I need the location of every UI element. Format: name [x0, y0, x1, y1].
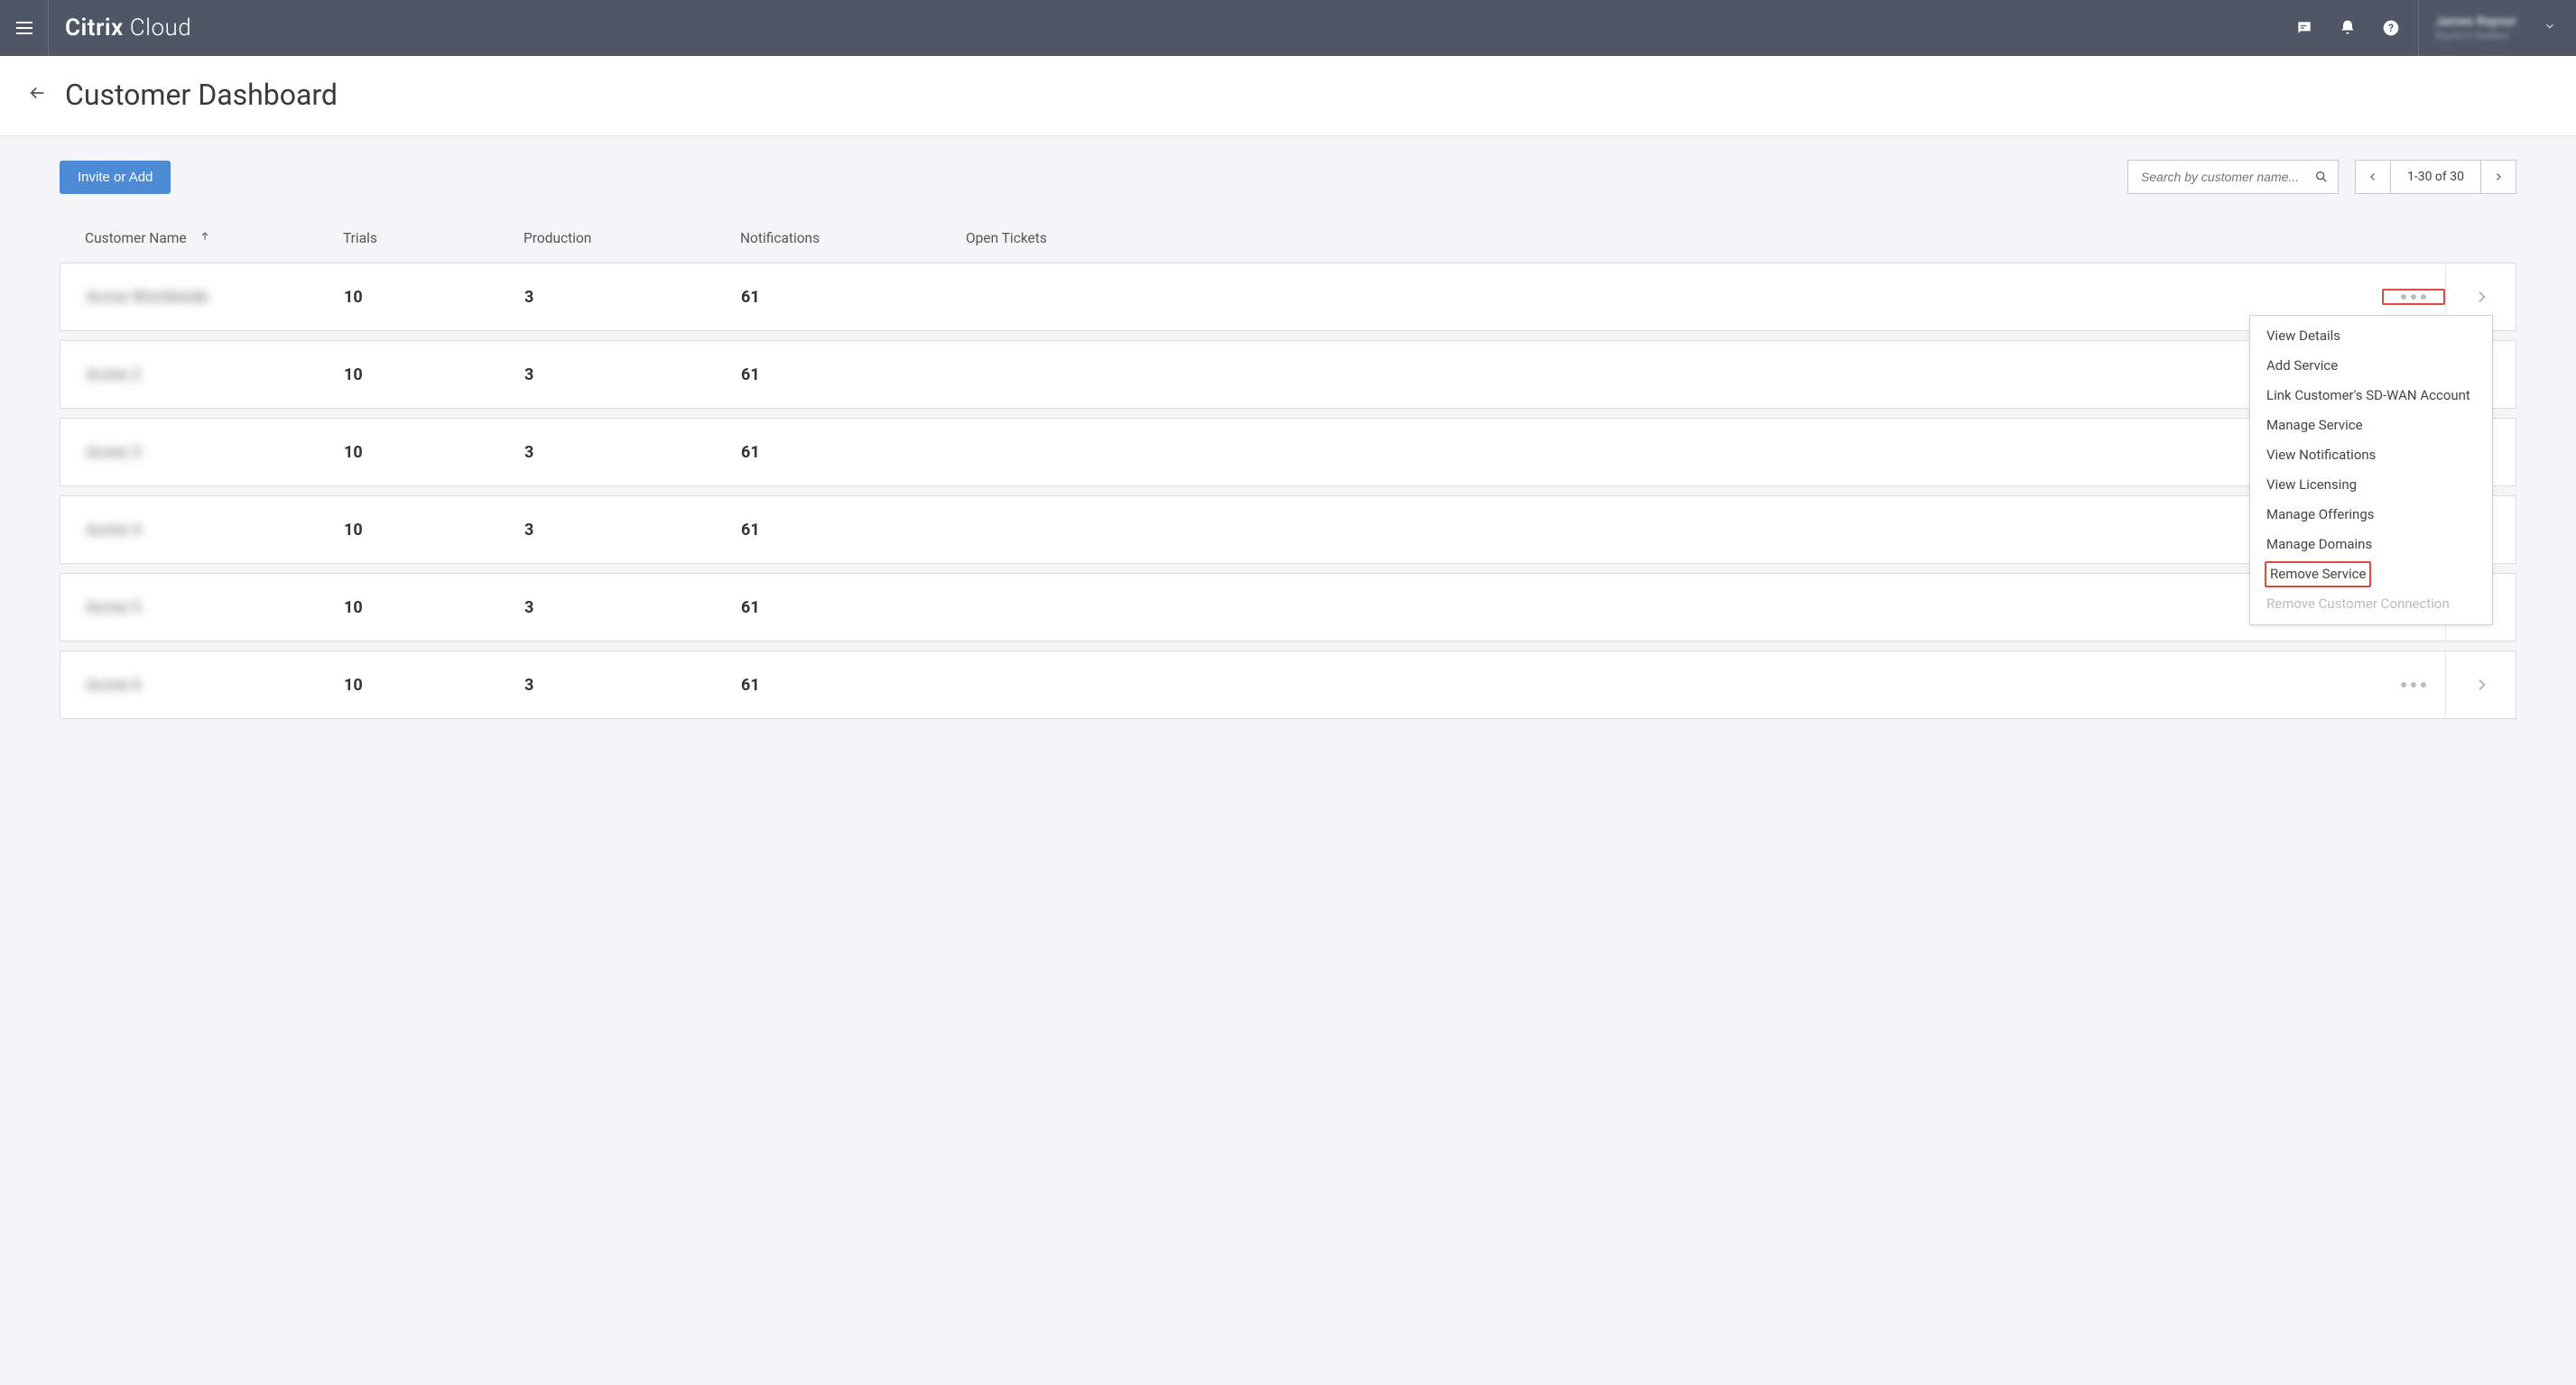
search-input[interactable]	[2141, 170, 2314, 184]
brand-logo: Citrix Cloud	[65, 14, 191, 42]
row-actions-menu: View DetailsAdd ServiceLink Customer's S…	[2249, 315, 2493, 625]
customer-name-cell: Acme Worldwide	[86, 288, 344, 307]
column-header-notifications[interactable]: Notifications	[740, 230, 966, 246]
customer-name-cell: Acme 6	[86, 676, 344, 695]
table-row: Acme 4 10 3 61	[60, 495, 2516, 564]
bell-icon[interactable]	[2339, 19, 2357, 37]
production-cell: 3	[524, 288, 741, 307]
pager: 1-30 of 30	[2355, 160, 2516, 194]
menu-item[interactable]: Link Customer's SD-WAN Account	[2250, 381, 2492, 411]
help-icon[interactable]: ?	[2382, 19, 2400, 37]
back-button[interactable]	[27, 83, 49, 106]
trials-cell: 10	[344, 288, 524, 307]
pager-next-button[interactable]	[2481, 161, 2516, 193]
menu-item[interactable]: View Details	[2250, 321, 2492, 351]
brand-sub: Cloud	[130, 14, 192, 42]
menu-item[interactable]: Manage Domains	[2250, 530, 2492, 559]
production-cell: 3	[524, 365, 741, 384]
user-name: James Raynor	[2435, 14, 2516, 30]
brand-main: Citrix	[65, 14, 124, 42]
menu-item: Remove Customer Connection	[2250, 589, 2492, 619]
production-cell: 3	[524, 598, 741, 617]
notifications-cell: 61	[741, 365, 967, 384]
notifications-cell: 61	[741, 443, 967, 462]
toolbar: Invite or Add 1-30 of 30	[0, 136, 2576, 205]
sort-asc-icon	[199, 230, 210, 246]
column-header-production[interactable]: Production	[524, 230, 740, 246]
trials-cell: 10	[344, 598, 524, 617]
table-row: Acme 2 10 3 61	[60, 340, 2516, 409]
column-header-name[interactable]: Customer Name	[85, 230, 343, 246]
chevron-left-icon	[2368, 171, 2378, 182]
customer-name-cell: Acme 2	[86, 365, 344, 384]
notifications-cell: 61	[741, 288, 967, 307]
column-header-trials[interactable]: Trials	[343, 230, 524, 246]
table-row: Acme 5 10 3 61	[60, 573, 2516, 642]
trials-cell: 10	[344, 365, 524, 384]
hamburger-button[interactable]	[0, 0, 49, 56]
more-icon	[2401, 294, 2426, 300]
chat-icon[interactable]	[2295, 19, 2313, 37]
notifications-cell: 61	[741, 598, 967, 617]
topbar-icons: ?	[2295, 19, 2400, 37]
pager-prev-button[interactable]	[2356, 161, 2390, 193]
trials-cell: 10	[344, 521, 524, 540]
production-cell: 3	[524, 443, 741, 462]
production-cell: 3	[524, 676, 741, 695]
customer-name-cell: Acme 3	[86, 443, 344, 462]
svg-text:?: ?	[2388, 22, 2394, 34]
user-menu[interactable]: James Raynor Raynor's Raiders	[2418, 0, 2576, 56]
row-more-button[interactable]	[2382, 289, 2445, 305]
topbar: Citrix Cloud ? James Raynor Raynor's Rai…	[0, 0, 2576, 56]
customer-table: Customer Name Trials Production Notifica…	[0, 205, 2576, 764]
menu-item[interactable]: Add Service	[2250, 351, 2492, 381]
menu-item[interactable]: Manage Offerings	[2250, 500, 2492, 530]
search-icon	[2314, 170, 2329, 184]
menu-item[interactable]: View Licensing	[2250, 470, 2492, 500]
chevron-right-icon	[2474, 676, 2488, 694]
menu-item[interactable]: Manage Service	[2250, 411, 2492, 440]
page-title: Customer Dashboard	[65, 78, 338, 112]
column-header-tickets[interactable]: Open Tickets	[966, 230, 2498, 246]
trials-cell: 10	[344, 676, 524, 695]
table-header: Customer Name Trials Production Notifica…	[60, 223, 2516, 263]
row-actions	[2382, 651, 2516, 718]
table-row: Acme Worldwide 10 3 61	[60, 263, 2516, 331]
chevron-down-icon	[2544, 20, 2556, 36]
table-row: Acme 3 10 3 61	[60, 418, 2516, 486]
chevron-right-icon	[2474, 288, 2488, 306]
notifications-cell: 61	[741, 676, 967, 695]
pager-label: 1-30 of 30	[2390, 161, 2481, 193]
trials-cell: 10	[344, 443, 524, 462]
invite-or-add-button[interactable]: Invite or Add	[60, 161, 171, 194]
user-sub: Raynor's Raiders	[2435, 30, 2516, 42]
production-cell: 3	[524, 521, 741, 540]
menu-item[interactable]: Remove Service	[2265, 561, 2371, 587]
notifications-cell: 61	[741, 521, 967, 540]
table-row: Acme 6 10 3 61	[60, 651, 2516, 719]
chevron-right-icon	[2493, 171, 2504, 182]
user-text: James Raynor Raynor's Raiders	[2435, 14, 2516, 42]
titlebar: Customer Dashboard	[0, 56, 2576, 136]
row-more-button[interactable]	[2382, 682, 2445, 688]
row-expand-button[interactable]	[2445, 651, 2516, 718]
hamburger-icon	[16, 22, 32, 34]
customer-name-cell: Acme 4	[86, 521, 344, 540]
more-icon	[2401, 682, 2426, 688]
menu-item[interactable]: View Notifications	[2250, 440, 2492, 470]
customer-name-cell: Acme 5	[86, 598, 344, 617]
search-box[interactable]	[2127, 160, 2339, 194]
